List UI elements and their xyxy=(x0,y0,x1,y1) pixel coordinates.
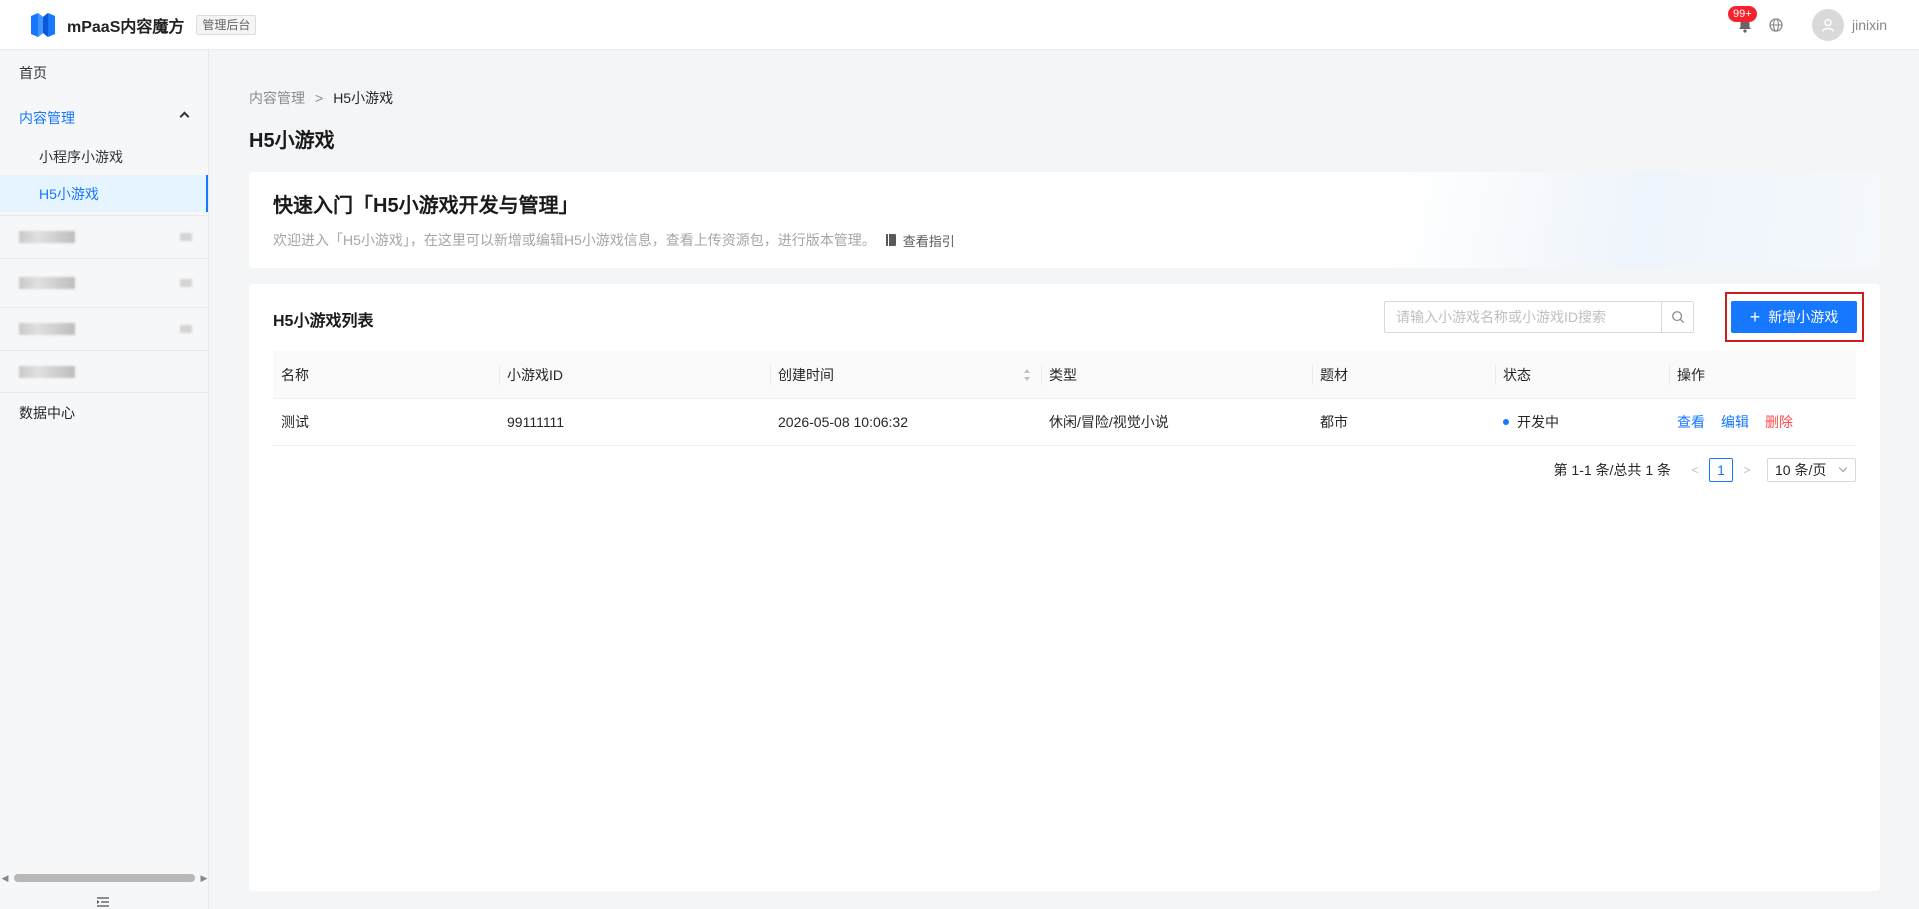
breadcrumb-parent[interactable]: 内容管理 xyxy=(249,88,305,108)
column-header-created[interactable]: 创建时间 xyxy=(770,351,1041,398)
sidebar-item-label: 内容管理 xyxy=(19,110,75,126)
blurred-label xyxy=(19,277,75,289)
book-icon xyxy=(885,234,896,246)
sidebar-item-h5-game[interactable]: H5小游戏 xyxy=(0,175,208,212)
pagination: 第 1-1 条/总共 1 条 < 1 > 10 条/页 xyxy=(1554,458,1856,482)
search-icon xyxy=(1671,311,1684,324)
column-header-id: 小游戏ID xyxy=(499,351,770,398)
intro-title: 快速入门「H5小游戏开发与管理」 xyxy=(273,195,579,217)
sidebar-item-label: H5小游戏 xyxy=(39,185,99,202)
add-game-button-label: 新增小游戏 xyxy=(1768,309,1839,325)
intro-card: 快速入门「H5小游戏开发与管理」 欢迎进入「H5小游戏」，在这里可以新增或编辑H… xyxy=(249,172,1880,268)
sort-icon[interactable] xyxy=(1023,368,1031,382)
sidebar-item-home[interactable]: 首页 xyxy=(0,53,208,93)
brand-name: mPaaS内容魔方 xyxy=(67,18,185,36)
cell-status: 开发中 xyxy=(1495,399,1669,445)
column-header-actions: 操作 xyxy=(1669,351,1856,398)
prev-page-icon[interactable]: < xyxy=(1683,458,1707,482)
sidebar-item-content-management[interactable]: 内容管理 xyxy=(0,98,208,138)
breadcrumb-separator: > xyxy=(315,90,324,106)
blurred-label xyxy=(19,231,75,243)
sidebar-item-blurred[interactable] xyxy=(0,307,208,350)
view-link[interactable]: 查看 xyxy=(1677,412,1705,432)
username[interactable]: jinixin xyxy=(1852,17,1887,33)
breadcrumb-current: H5小游戏 xyxy=(333,90,394,106)
chevron-down-icon xyxy=(1838,463,1848,473)
sidebar-scrollbar[interactable]: ◀ ▶ xyxy=(0,872,209,884)
notification-badge: 99+ xyxy=(1727,6,1757,22)
avatar[interactable] xyxy=(1811,9,1844,41)
scroll-right-icon[interactable]: ▶ xyxy=(199,872,209,884)
cell-name: 测试 xyxy=(281,414,309,430)
sidebar-item-mini-program-game[interactable]: 小程序小游戏 xyxy=(0,138,208,175)
intro-description-text: 欢迎进入「H5小游戏」，在这里可以新增或编辑H5小游戏信息，查看上传资源包，进行… xyxy=(273,232,876,248)
page-title: H5小游戏 xyxy=(249,130,335,152)
cell-theme: 都市 xyxy=(1320,414,1348,430)
breadcrumb: 内容管理 > H5小游戏 xyxy=(249,88,393,108)
guide-link-label: 查看指引 xyxy=(902,233,955,249)
column-header-status: 状态 xyxy=(1495,351,1669,398)
scroll-thumb[interactable] xyxy=(14,874,195,882)
logo[interactable]: mPaaS内容魔方 管理后台 xyxy=(29,12,257,38)
sidebar: 首页 内容管理 小程序小游戏 H5小游戏 数据中心 ◀ ▶ xyxy=(0,51,209,909)
sidebar-item-data-center[interactable]: 数据中心 xyxy=(0,392,208,432)
blurred-icon xyxy=(180,233,192,241)
sidebar-item-blurred[interactable] xyxy=(0,258,208,307)
search-input[interactable] xyxy=(1385,302,1661,332)
search-button[interactable] xyxy=(1661,302,1693,332)
blurred-label xyxy=(19,365,75,378)
cell-id: 99111111 xyxy=(507,414,565,430)
menu-fold-icon[interactable] xyxy=(96,896,110,908)
cell-type: 休闲/冒险/视觉小说 xyxy=(1049,414,1169,430)
column-header-theme: 题材 xyxy=(1312,351,1495,398)
sidebar-item-label: 首页 xyxy=(19,65,47,81)
sidebar-item-blurred[interactable] xyxy=(0,215,208,258)
intro-description: 欢迎进入「H5小游戏」，在这里可以新增或编辑H5小游戏信息，查看上传资源包，进行… xyxy=(273,230,955,250)
notification-bell[interactable]: 99+ xyxy=(1727,6,1757,34)
mpaas-logo-icon xyxy=(31,12,55,37)
table-row: 测试 99111111 2026-05-08 10:06:32 休闲/冒险/视觉… xyxy=(273,399,1856,446)
search-box xyxy=(1384,301,1694,333)
page-number[interactable]: 1 xyxy=(1709,458,1733,482)
list-title: H5小游戏列表 xyxy=(273,313,374,330)
column-header-type: 类型 xyxy=(1041,351,1312,398)
top-header: mPaaS内容魔方 管理后台 99+ jinixin xyxy=(0,0,1919,50)
chevron-up-icon xyxy=(179,111,190,122)
game-table: 名称 小游戏ID 创建时间 类型 题材 状态 操作 测试 99111111 20… xyxy=(273,351,1856,446)
add-game-button[interactable]: + 新增小游戏 xyxy=(1731,301,1857,333)
blurred-icon xyxy=(180,279,192,287)
cell-created: 2026-05-08 10:06:32 xyxy=(778,414,908,430)
column-header-created-label: 创建时间 xyxy=(778,366,834,383)
admin-tag: 管理后台 xyxy=(196,14,257,35)
pagination-summary: 第 1-1 条/总共 1 条 xyxy=(1553,462,1671,478)
blurred-icon xyxy=(180,325,192,333)
sidebar-item-label: 小程序小游戏 xyxy=(39,148,123,165)
globe-icon[interactable] xyxy=(1768,17,1784,33)
column-header-name: 名称 xyxy=(281,366,309,383)
delete-link[interactable]: 删除 xyxy=(1765,412,1793,432)
sidebar-item-blurred[interactable] xyxy=(0,350,208,392)
page-size-label: 10 条/页 xyxy=(1775,462,1827,478)
status-dot xyxy=(1503,419,1509,425)
game-list-card: H5小游戏列表 + 新增小游戏 名称 小游戏ID 创建时间 xyxy=(249,284,1880,891)
status-label: 开发中 xyxy=(1517,414,1559,430)
guide-link[interactable]: 查看指引 xyxy=(885,231,955,250)
cell-actions: 查看 编辑 删除 xyxy=(1669,399,1856,445)
scroll-left-icon[interactable]: ◀ xyxy=(0,872,10,884)
table-header: 名称 小游戏ID 创建时间 类型 题材 状态 操作 xyxy=(273,351,1856,399)
page-size-select[interactable]: 10 条/页 xyxy=(1767,458,1856,482)
edit-link[interactable]: 编辑 xyxy=(1721,412,1749,432)
next-page-icon[interactable]: > xyxy=(1735,458,1759,482)
sidebar-item-label: 数据中心 xyxy=(19,404,75,421)
plus-icon: + xyxy=(1749,307,1761,327)
blurred-label xyxy=(19,323,75,335)
user-icon xyxy=(1821,18,1835,32)
